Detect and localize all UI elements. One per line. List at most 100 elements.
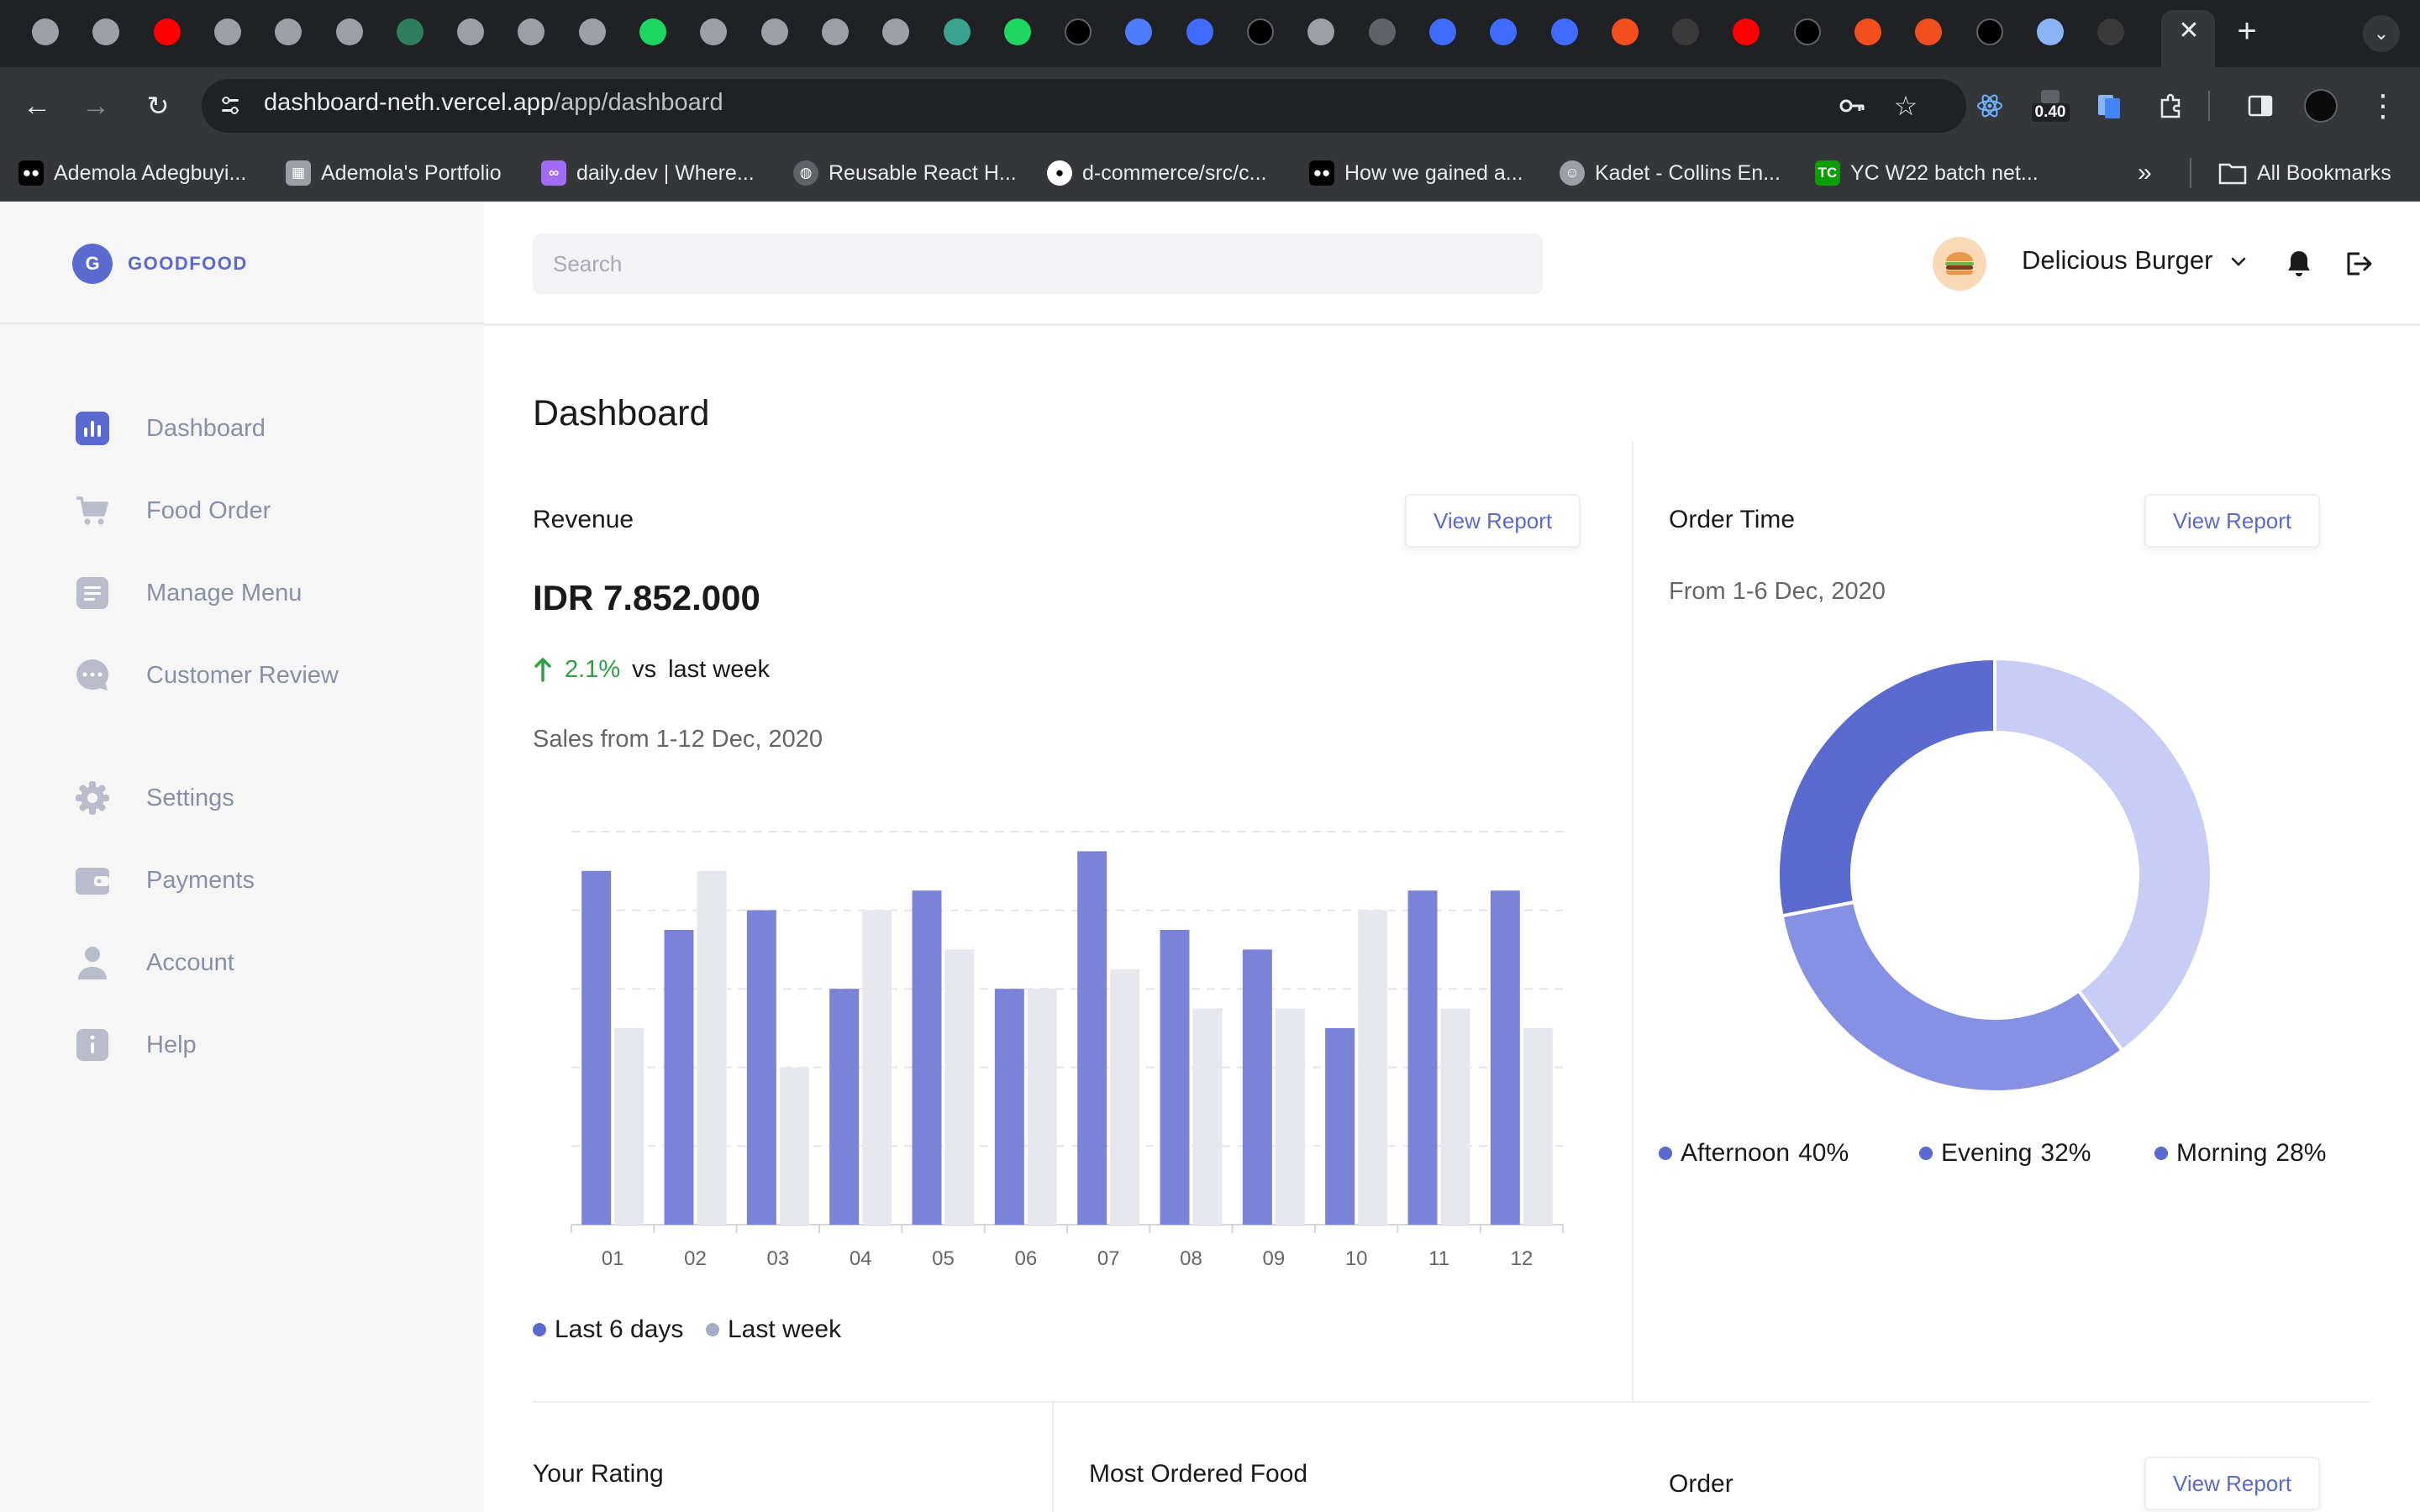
medium-icon: ●● bbox=[1309, 160, 1334, 186]
tab-favicon[interactable] bbox=[336, 18, 363, 45]
bookmark-label: Reusable React H... bbox=[829, 160, 1017, 185]
tab-favicon[interactable] bbox=[1733, 18, 1760, 45]
tab-favicon[interactable] bbox=[882, 18, 909, 45]
google-docs-icon[interactable] bbox=[2091, 87, 2128, 124]
tab-favicon[interactable] bbox=[2037, 18, 2064, 45]
person-icon bbox=[74, 944, 111, 981]
tab-favicon[interactable] bbox=[32, 18, 59, 45]
revenue-change: 2.1% bbox=[565, 655, 621, 683]
tab-favicon[interactable] bbox=[761, 18, 788, 45]
legend-morning: Morning 28% bbox=[2154, 1139, 2326, 1168]
tab-favicon[interactable] bbox=[275, 18, 302, 45]
sidebar-item-food-order[interactable]: Food Order bbox=[74, 487, 444, 534]
reload-button[interactable]: ↻ bbox=[139, 87, 176, 124]
profile-avatar-icon[interactable] bbox=[2302, 87, 2339, 124]
tab-favicon[interactable] bbox=[1004, 18, 1031, 45]
x-tick-label: 04 bbox=[850, 1247, 872, 1270]
tab-favicon[interactable] bbox=[214, 18, 241, 45]
tab-favicon[interactable] bbox=[1672, 18, 1699, 45]
tab-favicon[interactable] bbox=[1854, 18, 1881, 45]
react-devtools-icon[interactable] bbox=[1971, 87, 2008, 124]
tab-favicon[interactable] bbox=[1551, 18, 1578, 45]
tab-favicon[interactable] bbox=[1915, 18, 1942, 45]
tab-favicon[interactable] bbox=[1307, 18, 1334, 45]
all-bookmarks[interactable]: All Bookmarks bbox=[2218, 158, 2391, 188]
revenue-view-report-button[interactable]: View Report bbox=[1405, 494, 1581, 548]
revenue-trend: 2.1% vs last week bbox=[533, 655, 770, 684]
browser-menu-icon[interactable]: ⋮ bbox=[2365, 87, 2402, 124]
tab-favicon[interactable] bbox=[1369, 18, 1396, 45]
extensions-puzzle-icon[interactable] bbox=[2153, 87, 2190, 124]
back-button[interactable]: ← bbox=[18, 87, 55, 124]
bookmark-item[interactable]: ●● Ademola Adegbuyi... bbox=[18, 158, 246, 188]
tab-favicon[interactable] bbox=[1065, 18, 1092, 45]
avatar[interactable] bbox=[1933, 237, 1986, 291]
bar-last-week bbox=[1358, 910, 1388, 1225]
tab-favicon[interactable] bbox=[1794, 18, 1821, 45]
chevron-down-icon[interactable] bbox=[2225, 249, 2252, 276]
bar-last-6-days bbox=[829, 989, 860, 1225]
tab-favicon[interactable] bbox=[579, 18, 606, 45]
tab-favicon[interactable] bbox=[1612, 18, 1639, 45]
bookmark-item[interactable]: ◍ Reusable React H... bbox=[793, 158, 1017, 188]
bookmarks-overflow-icon[interactable]: » bbox=[2138, 158, 2152, 188]
user-name[interactable]: Delicious Burger bbox=[2022, 245, 2212, 276]
tab-search-button[interactable]: ⌄ bbox=[2363, 15, 2400, 52]
forward-button[interactable]: → bbox=[77, 87, 114, 124]
tab-favicon[interactable] bbox=[700, 18, 727, 45]
tab-favicon[interactable] bbox=[639, 18, 666, 45]
sidebar-item-help[interactable]: Help bbox=[74, 1021, 444, 1068]
sidebar-item-customer-review[interactable]: Customer Review bbox=[74, 652, 444, 699]
sidebar-item-dashboard[interactable]: Dashboard bbox=[74, 405, 444, 452]
bar-last-week bbox=[1275, 1008, 1305, 1225]
order-time-donut-chart bbox=[1776, 656, 2213, 1094]
bookmark-star-icon[interactable]: ☆ bbox=[1889, 89, 1923, 123]
tab-favicon[interactable] bbox=[1186, 18, 1213, 45]
extension-with-badge[interactable]: 0.40 bbox=[2031, 87, 2070, 124]
side-panel-icon[interactable] bbox=[2242, 87, 2279, 124]
new-tab-button[interactable]: + bbox=[2232, 14, 2262, 48]
most-ordered-title: Most Ordered Food bbox=[1089, 1460, 1308, 1488]
order-view-report-button[interactable]: View Report bbox=[2144, 1457, 2321, 1510]
x-tick-label: 06 bbox=[1014, 1247, 1037, 1270]
bookmark-item[interactable]: ☺ Kadet - Collins En... bbox=[1560, 158, 1781, 188]
close-tab-icon[interactable]: ✕ bbox=[2176, 18, 2202, 44]
tab-favicon[interactable] bbox=[944, 18, 971, 45]
globe-icon: ◍ bbox=[793, 160, 818, 186]
cart-icon bbox=[74, 492, 111, 529]
tab-favicon[interactable] bbox=[822, 18, 849, 45]
tab-favicon[interactable] bbox=[1247, 18, 1274, 45]
address-url[interactable]: dashboard-neth.vercel.app/app/dashboard bbox=[264, 89, 723, 117]
tab-favicon[interactable] bbox=[457, 18, 484, 45]
bell-icon[interactable] bbox=[2282, 247, 2316, 281]
logout-icon[interactable] bbox=[2341, 247, 2375, 281]
sidebar-item-payments[interactable]: Payments bbox=[74, 857, 444, 904]
tab-favicon[interactable] bbox=[1976, 18, 2003, 45]
tab-favicon[interactable] bbox=[92, 18, 119, 45]
order-time-title: Order Time bbox=[1669, 506, 1796, 533]
tab-favicon[interactable] bbox=[1125, 18, 1152, 45]
search-input[interactable] bbox=[533, 234, 1543, 294]
order-time-view-report-button[interactable]: View Report bbox=[2144, 494, 2321, 548]
bookmark-item[interactable]: TC YC W22 batch net... bbox=[1815, 158, 2039, 188]
tab-favicon[interactable] bbox=[1429, 18, 1456, 45]
tab-favicon[interactable] bbox=[1490, 18, 1517, 45]
tab-favicon[interactable] bbox=[397, 18, 424, 45]
bookmark-item[interactable]: ▦ Ademola's Portfolio bbox=[286, 158, 502, 188]
site-settings-icon[interactable] bbox=[217, 92, 244, 119]
dailydev-icon: ∞ bbox=[541, 160, 566, 186]
bar-last-6-days bbox=[1325, 1028, 1355, 1225]
bookmark-item[interactable]: ● d-commerce/src/c... bbox=[1047, 158, 1266, 188]
sidebar-item-label: Manage Menu bbox=[146, 579, 302, 606]
bookmark-item[interactable]: ●● How we gained a... bbox=[1309, 158, 1523, 188]
revenue-vs: vs bbox=[632, 655, 657, 683]
tab-favicon[interactable] bbox=[154, 18, 181, 45]
bookmark-item[interactable]: ∞ daily.dev | Where... bbox=[541, 158, 755, 188]
tab-favicon[interactable] bbox=[518, 18, 544, 45]
sidebar-item-manage-menu[interactable]: Manage Menu bbox=[74, 570, 444, 617]
password-key-icon[interactable] bbox=[1835, 89, 1869, 123]
brand[interactable]: G GOODFOOD bbox=[72, 244, 248, 284]
sidebar-item-settings[interactable]: Settings bbox=[74, 774, 444, 822]
tab-favicon[interactable] bbox=[2097, 18, 2124, 45]
sidebar-item-account[interactable]: Account bbox=[74, 939, 444, 986]
